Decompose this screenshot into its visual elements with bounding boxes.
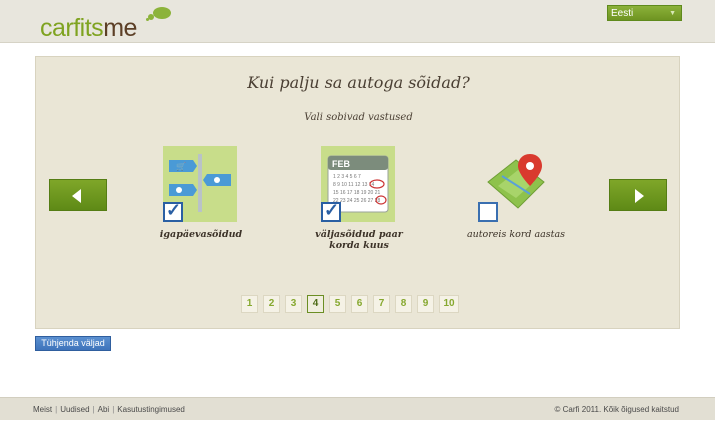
svg-text:1 2 3 4 5 6 7: 1 2 3 4 5 6 7 [333, 174, 361, 180]
chevron-down-icon: ▼ [669, 10, 676, 17]
copyright: © Carfi 2011. Kõik õigused kaitstud [554, 405, 679, 414]
option-label: väljasõidud paar korda kuus [299, 229, 419, 251]
page-6[interactable]: 6 [351, 295, 368, 313]
clear-fields-button[interactable]: Tühjenda väljad [35, 336, 111, 351]
language-select[interactable]: Eesti ▼ [607, 5, 682, 21]
svg-text:15 16 17 18 19 20 21: 15 16 17 18 19 20 21 [333, 190, 380, 196]
option-checkbox[interactable]: ✓ [163, 200, 183, 222]
option-label-line1: väljasõidud paar [315, 229, 403, 240]
next-button[interactable] [609, 179, 667, 211]
page-2[interactable]: 2 [263, 295, 280, 313]
checkmark-icon: ✓ [324, 200, 340, 220]
page-9[interactable]: 9 [417, 295, 434, 313]
question-title: Kui palju sa autoga sõidad? [247, 73, 470, 92]
header: carfitsme Eesti ▼ [0, 0, 715, 43]
option-label-line2: korda kuus [329, 240, 389, 251]
arrow-left-icon [72, 189, 81, 203]
logo-text-me: me [103, 14, 137, 42]
arrow-right-icon [635, 189, 644, 203]
previous-button[interactable] [49, 179, 107, 211]
option-checkbox[interactable] [478, 202, 498, 222]
option-checkbox[interactable]: ✓ [321, 200, 341, 222]
footer-link-news[interactable]: Uudised [60, 405, 89, 414]
footer-link-help[interactable]: Abi [98, 405, 110, 414]
option-label: igapäevasõidud [159, 229, 243, 240]
svg-text:8 9 10 11 12 13 14: 8 9 10 11 12 13 14 [333, 182, 375, 188]
footer-links: Meist | Uudised | Abi | Kasutustingimused [33, 405, 185, 414]
page-3[interactable]: 3 [285, 295, 302, 313]
logo[interactable]: carfitsme [40, 14, 137, 42]
calendar-month: FEB [332, 159, 351, 169]
footer-link-terms[interactable]: Kasutustingimused [117, 405, 185, 414]
separator: | [112, 405, 115, 414]
page-4-current[interactable]: 4 [307, 295, 324, 313]
question-panel: Kui palju sa autoga sõidad? Vali sobivad… [35, 56, 680, 329]
footer: Meist | Uudised | Abi | Kasutustingimused © Ca… [0, 397, 715, 420]
separator: | [92, 405, 95, 414]
logo-text-carfits: carfits [40, 14, 104, 42]
option-label: autoreis kord aastas [466, 229, 566, 240]
question-subtitle: Vali sobivad vastused [304, 112, 413, 123]
svg-text:🛒: 🛒 [176, 161, 186, 171]
logo-bubble-icon [146, 7, 171, 21]
footer-link-about[interactable]: Meist [33, 405, 52, 414]
page-7[interactable]: 7 [373, 295, 390, 313]
page-5[interactable]: 5 [329, 295, 346, 313]
language-select-value: Eesti [611, 8, 634, 19]
separator: | [55, 405, 58, 414]
page-10[interactable]: 10 [439, 295, 459, 313]
page-8[interactable]: 8 [395, 295, 412, 313]
page-1[interactable]: 1 [241, 295, 258, 313]
checkmark-icon: ✓ [166, 200, 182, 220]
